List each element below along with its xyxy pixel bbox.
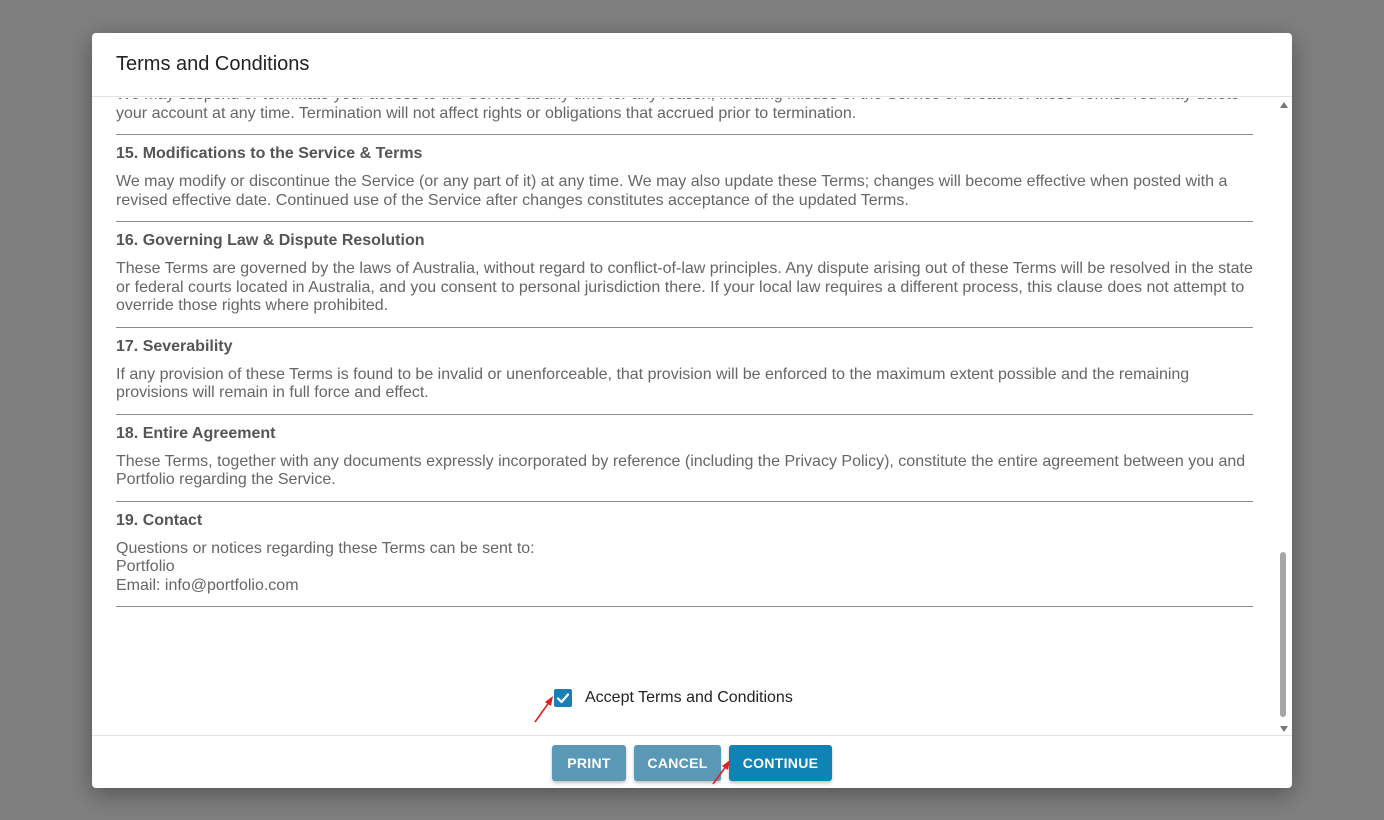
section-body: We may suspend or terminate your access … [116,98,1240,122]
section-body: These Terms are governed by the laws of … [116,260,1253,314]
checkmark-icon [556,693,570,704]
accept-terms-checkbox[interactable] [554,689,572,707]
terms-section-15: 15. Modifications to the Service & Terms… [116,135,1253,222]
section-body: Questions or notices regarding these Ter… [116,540,1253,596]
dialog-header: Terms and Conditions [92,33,1292,97]
terms-section-16: 16. Governing Law & Dispute Resolution T… [116,222,1253,328]
continue-button[interactable]: CONTINUE [729,745,832,781]
terms-content-scroll-area[interactable]: We may suspend or terminate your access … [92,98,1292,735]
content-scrollbar[interactable] [1278,100,1290,734]
scroll-down-arrow-icon[interactable] [1280,726,1288,732]
section-heading: 19. Contact [116,511,203,529]
section-body: These Terms, together with any documents… [116,452,1246,489]
contact-email: Email: info@portfolio.com [116,576,299,594]
scroll-up-arrow-icon[interactable] [1280,102,1288,108]
dialog-title: Terms and Conditions [116,53,310,75]
section-body: We may modify or discontinue the Service… [116,173,1228,209]
section-heading: 15. Modifications to the Service & Terms [116,145,423,162]
contact-intro: Questions or notices regarding these Ter… [116,539,535,557]
section-heading: 18. Entire Agreement [116,424,276,442]
print-button[interactable]: PRINT [552,745,626,781]
accept-terms-label[interactable]: Accept Terms and Conditions [585,689,793,707]
dialog-footer: PRINT CANCEL CONTINUE [92,735,1292,788]
accept-terms-row[interactable]: Accept Terms and Conditions [554,687,793,709]
section-heading: 16. Governing Law & Dispute Resolution [116,232,425,249]
terms-dialog: Terms and Conditions We may suspend or t… [92,33,1292,788]
terms-section-18: 18. Entire Agreement These Terms, togeth… [116,415,1253,502]
section-heading: 17. Severability [116,337,233,355]
terms-section-14-partial: We may suspend or terminate your access … [116,98,1253,135]
terms-section-19: 19. Contact Questions or notices regardi… [116,502,1253,607]
section-body: If any provision of these Terms is found… [116,365,1190,402]
terms-section-17: 17. Severability If any provision of the… [116,328,1253,415]
contact-company: Portfolio [116,558,175,575]
scroll-thumb[interactable] [1280,552,1286,717]
terms-content: We may suspend or terminate your access … [116,98,1253,607]
cancel-button[interactable]: CANCEL [634,745,721,781]
